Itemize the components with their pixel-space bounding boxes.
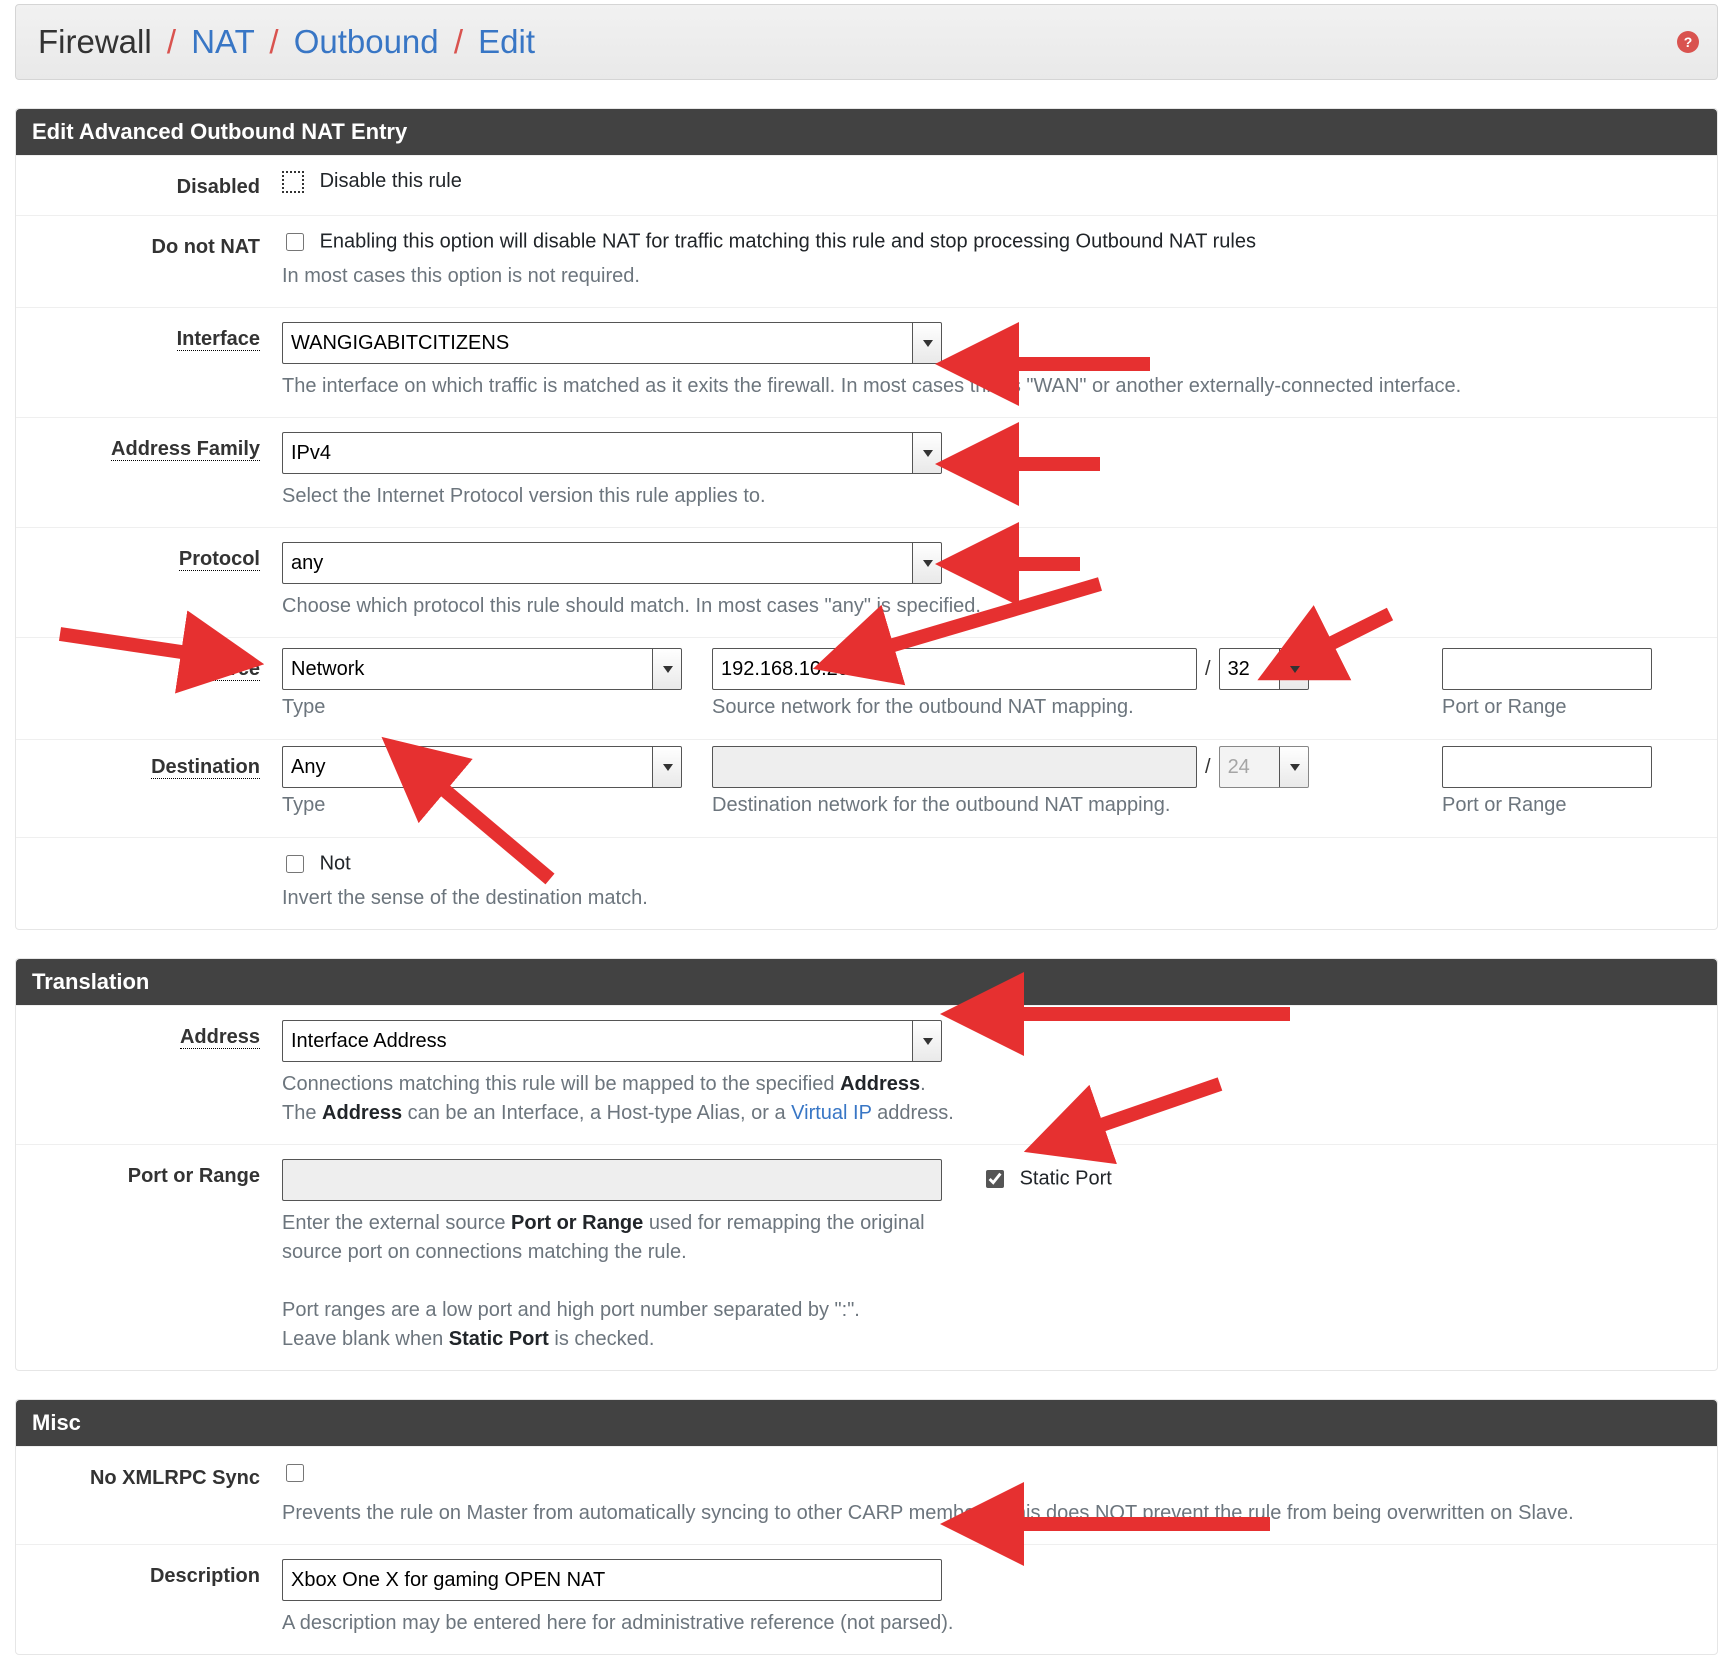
source-port-sublabel: Port or Range	[1442, 696, 1652, 719]
dest-port-input[interactable]	[1442, 746, 1652, 788]
breadcrumb-sep: /	[263, 23, 284, 60]
label-protocol: Protocol	[179, 548, 260, 571]
source-cidr-select[interactable]: 32	[1219, 648, 1309, 690]
panel-title-misc: Misc	[16, 1400, 1717, 1446]
disabled-checkbox[interactable]	[282, 171, 304, 193]
disabled-text: Disable this rule	[320, 170, 462, 192]
source-port-input[interactable]	[1442, 648, 1652, 690]
interface-help: The interface on which traffic is matche…	[282, 372, 1701, 401]
breadcrumb-link-nat[interactable]: NAT	[191, 23, 254, 60]
label-destination: Destination	[151, 756, 260, 779]
label-noxmlrpc: No XMLRPC Sync	[32, 1461, 282, 1490]
dest-type-sublabel: Type	[282, 794, 682, 817]
noxmlrpc-checkbox[interactable]	[286, 1464, 304, 1482]
label-interface: Interface	[177, 328, 260, 351]
panel-title-translation: Translation	[16, 959, 1717, 1005]
source-type-sublabel: Type	[282, 696, 682, 719]
donotnat-checkbox[interactable]	[286, 233, 304, 251]
label-donotnat: Do not NAT	[32, 230, 282, 259]
dest-port-sublabel: Port or Range	[1442, 794, 1652, 817]
protocol-help: Choose which protocol this rule should m…	[282, 592, 1701, 621]
donotnat-help: In most cases this option is not require…	[282, 262, 1701, 291]
virtual-ip-link[interactable]: Virtual IP	[791, 1102, 871, 1124]
label-description: Description	[32, 1559, 282, 1588]
label-af: Address Family	[111, 438, 260, 461]
label-disabled: Disabled	[32, 170, 282, 199]
slash-sep: /	[1197, 658, 1219, 681]
slash-sep: /	[1197, 756, 1219, 779]
af-select[interactable]: IPv4	[282, 432, 942, 474]
panel-translation: Translation Address Interface Address Co…	[15, 958, 1718, 1371]
static-port-label: Static Port	[1020, 1168, 1112, 1190]
panel-misc: Misc No XMLRPC Sync Prevents the rule on…	[15, 1399, 1718, 1655]
translation-address-select[interactable]: Interface Address	[282, 1020, 942, 1062]
source-network-input[interactable]	[712, 648, 1197, 690]
address-help1: Connections matching this rule will be m…	[282, 1070, 1701, 1128]
translation-port-input	[282, 1159, 942, 1201]
breadcrumb-sep: /	[161, 23, 182, 60]
interface-select[interactable]: WANGIGABITCITIZENS	[282, 322, 942, 364]
af-help: Select the Internet Protocol version thi…	[282, 482, 1701, 511]
dest-net-sublabel: Destination network for the outbound NAT…	[712, 794, 1412, 817]
label-port-range: Port or Range	[32, 1159, 282, 1188]
dest-type-select[interactable]: Any	[282, 746, 682, 788]
source-net-sublabel: Source network for the outbound NAT mapp…	[712, 696, 1412, 719]
panel-edit: Edit Advanced Outbound NAT Entry Disable…	[15, 108, 1718, 930]
protocol-select[interactable]: any	[282, 542, 942, 584]
donotnat-text: Enabling this option will disable NAT fo…	[320, 231, 1256, 253]
breadcrumb-link-outbound[interactable]: Outbound	[294, 23, 439, 60]
port-help: Enter the external source Port or Range …	[282, 1209, 942, 1354]
static-port-checkbox[interactable]	[986, 1170, 1004, 1188]
label-address: Address	[180, 1026, 260, 1049]
help-icon[interactable]: ?	[1677, 31, 1699, 53]
not-help: Invert the sense of the destination matc…	[282, 884, 1701, 913]
label-source: Source	[192, 658, 260, 681]
panel-title-edit: Edit Advanced Outbound NAT Entry	[16, 109, 1717, 155]
dest-network-input	[712, 746, 1197, 788]
breadcrumb: Firewall / NAT / Outbound / Edit ?	[15, 4, 1718, 80]
breadcrumb-sep: /	[448, 23, 469, 60]
not-checkbox[interactable]	[286, 855, 304, 873]
not-label: Not	[320, 853, 351, 875]
dest-cidr-select: 24	[1219, 746, 1309, 788]
source-type-select[interactable]: Network	[282, 648, 682, 690]
description-input[interactable]	[282, 1559, 942, 1601]
breadcrumb-root: Firewall	[38, 23, 152, 60]
breadcrumb-link-edit[interactable]: Edit	[478, 23, 535, 60]
noxmlrpc-help: Prevents the rule on Master from automat…	[282, 1499, 1701, 1528]
description-help: A description may be entered here for ad…	[282, 1609, 1701, 1638]
